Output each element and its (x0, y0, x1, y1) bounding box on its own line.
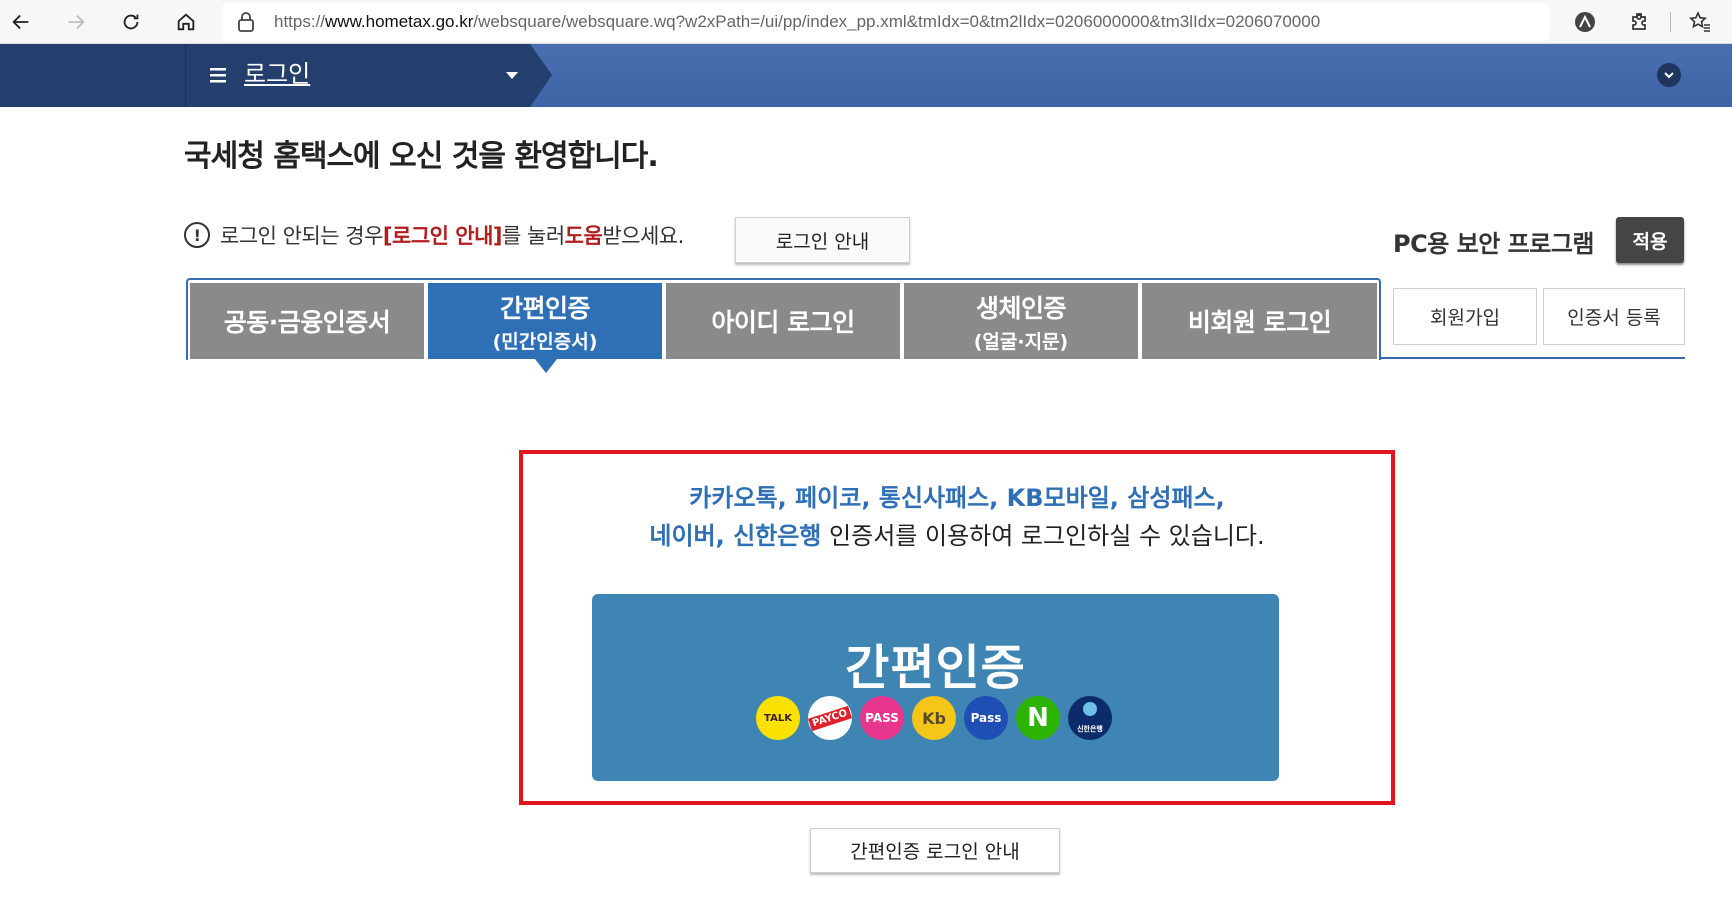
signup-button[interactable]: 회원가입 (1393, 288, 1537, 345)
arrow-right-icon (68, 14, 85, 30)
extension-logo-icon (1575, 12, 1595, 32)
auth-provider-logos: TALK PAYCO PASS Kb Pass N 신한은행 (756, 696, 1112, 740)
shinhan-logo-text: 신한은행 (1077, 725, 1103, 733)
tab-simple-auth[interactable]: 간편인증 (민간인증서) (428, 283, 662, 359)
url-text: https://www.hometax.go.kr/websquare/webs… (274, 12, 1321, 31)
hamburger-icon (210, 68, 226, 83)
simple-auth-button-title: 간편인증 (845, 640, 1026, 696)
shinhan-logo: 신한은행 (1068, 696, 1112, 740)
chevron-down-icon (1664, 72, 1674, 79)
warning-icon: ! (184, 222, 210, 248)
extension-button[interactable] (1571, 8, 1599, 36)
pc-security-label: PC용 보안 프로그램 (1393, 230, 1594, 258)
payco-logo-text: PAYCO (808, 705, 852, 731)
back-button[interactable] (5, 6, 37, 38)
home-icon (177, 13, 195, 31)
pass-logo: PASS (860, 696, 904, 740)
site-header: 로그인 (0, 44, 1732, 107)
favorites-button[interactable] (1686, 8, 1714, 36)
tab-id-login[interactable]: 아이디 로그인 (666, 283, 900, 359)
home-button[interactable] (170, 6, 202, 38)
menu-title: 로그인 (244, 60, 311, 88)
login-help-notice: ! 로그인 안되는 경우 [로그인 안내] 를 눌러 도움 받으세요. (184, 220, 684, 250)
kb-logo: Kb (912, 696, 956, 740)
arrow-left-icon (12, 14, 29, 30)
cert-register-button[interactable]: 인증서 등록 (1543, 288, 1685, 345)
samsung-pass-logo-text: Pass (970, 711, 1002, 725)
simple-auth-desc-line2: 네이버, 신한은행 인증서를 이용하여 로그인하실 수 있습니다. (649, 522, 1265, 550)
tab-biometric[interactable]: 생체인증 (얼굴·지문) (904, 283, 1138, 359)
simple-auth-button[interactable]: 간편인증 TALK PAYCO PASS Kb Pass N 신한은행 (592, 594, 1279, 781)
simple-auth-desc-line1: 카카오톡, 페이코, 통신사패스, KB모바일, 삼성패스, (689, 484, 1225, 512)
pass-logo-text: PASS (865, 711, 899, 725)
tab-joint-certificate[interactable]: 공동·금융인증서 (190, 283, 424, 359)
kakaotalk-logo-text: TALK (764, 712, 792, 724)
naver-logo: N (1016, 696, 1060, 740)
kb-logo-text: Kb (922, 708, 946, 728)
extensions-button[interactable] (1626, 8, 1654, 36)
kakaotalk-logo: TALK (756, 696, 800, 740)
browser-toolbar: https://www.hometax.go.kr/websquare/webs… (0, 0, 1732, 44)
pc-security-apply-button[interactable]: 적용 (1616, 217, 1684, 263)
puzzle-icon (1632, 13, 1646, 30)
naver-logo-text: N (1027, 703, 1049, 733)
tab-guest-login[interactable]: 비회원 로그인 (1142, 283, 1377, 359)
login-guide-button[interactable]: 로그인 안내 (735, 217, 910, 263)
header-expand-button[interactable] (1657, 63, 1681, 87)
page-title: 국세청 홈택스에 오신 것을 환영합니다. (184, 139, 659, 174)
lock-icon (238, 12, 254, 32)
payco-logo: PAYCO (808, 696, 852, 740)
forward-button[interactable] (60, 6, 92, 38)
caret-down-icon (506, 72, 518, 79)
refresh-button[interactable] (115, 6, 147, 38)
toolbar-divider (1670, 12, 1671, 32)
favorites-icon (1688, 11, 1710, 32)
refresh-icon (123, 14, 139, 30)
menu-dropdown[interactable]: 로그인 (0, 44, 552, 107)
samsung-pass-logo: Pass (964, 696, 1008, 740)
active-tab-pointer (535, 359, 557, 373)
simple-auth-guide-button[interactable]: 간편인증 로그인 안내 (810, 828, 1060, 873)
address-bar[interactable]: https://www.hometax.go.kr/websquare/webs… (222, 3, 1550, 41)
tabs-underline (1381, 357, 1685, 359)
shinhan-emblem-icon (1083, 702, 1097, 716)
